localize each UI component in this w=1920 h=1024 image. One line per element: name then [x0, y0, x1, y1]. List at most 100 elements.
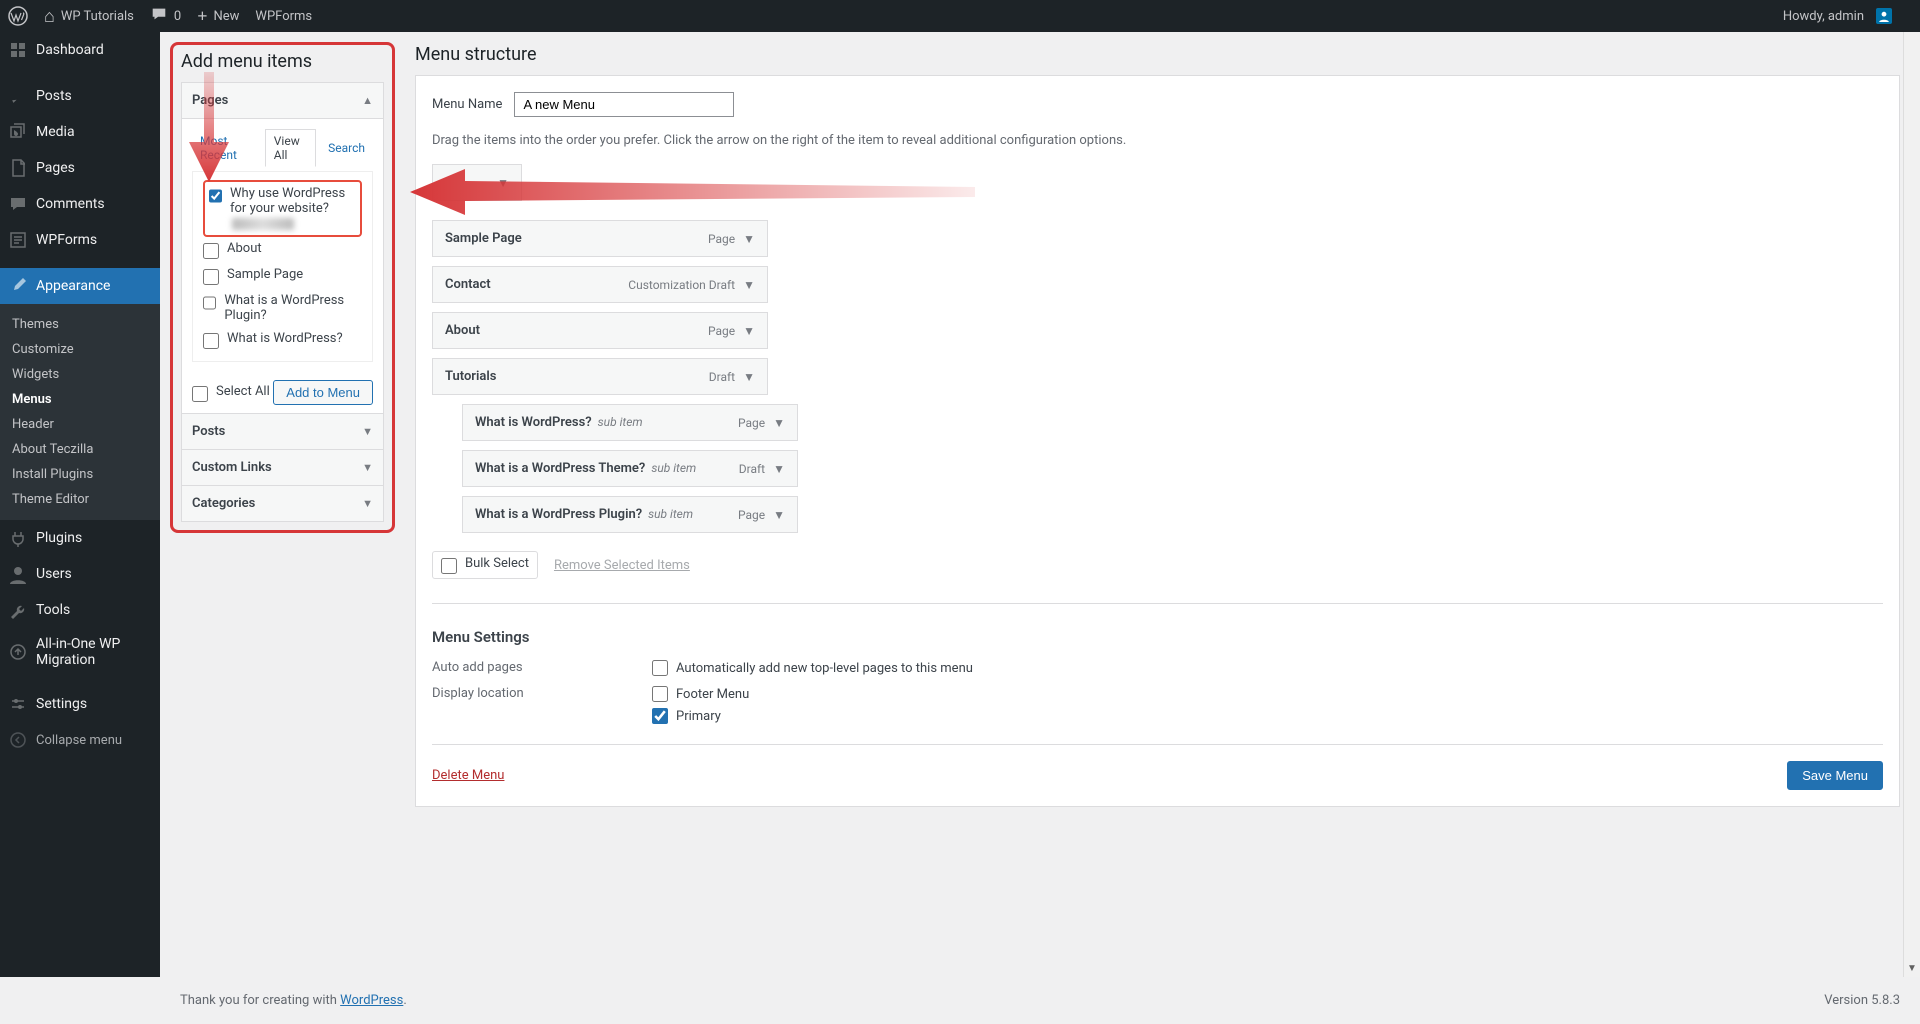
submenu-about-teczilla[interactable]: About Teczilla	[0, 437, 160, 462]
page-checkbox[interactable]	[203, 295, 216, 311]
submenu-themes[interactable]: Themes	[0, 312, 160, 337]
menu-sub-item[interactable]: What is a WordPress Plugin? sub item Pag…	[462, 496, 798, 533]
page-checkbox-row[interactable]: About	[203, 237, 362, 263]
save-menu-button[interactable]: Save Menu	[1787, 761, 1883, 790]
site-title-link[interactable]: WP Tutorials	[36, 0, 142, 32]
menu-item-type: Draft	[709, 370, 735, 384]
sidebar-item-media[interactable]: Media	[0, 114, 160, 150]
wpforms-link[interactable]: WPForms	[247, 0, 320, 32]
sidebar-item-plugins[interactable]: Plugins	[0, 520, 160, 556]
sidebar-item-tools[interactable]: Tools	[0, 592, 160, 628]
sidebar-item-label: All-in-One WP Migration	[36, 636, 152, 668]
wp-logo[interactable]	[0, 0, 36, 32]
menu-settings-heading: Menu Settings	[432, 628, 1883, 646]
add-to-menu-button[interactable]: Add to Menu	[273, 380, 373, 405]
display-location-label: Display location	[432, 686, 652, 724]
location-checkbox-row[interactable]: Footer Menu	[652, 686, 749, 702]
bulk-select-row[interactable]: Bulk Select	[432, 551, 538, 579]
sidebar-item-users[interactable]: Users	[0, 556, 160, 592]
auto-add-checkbox-row[interactable]: Automatically add new top-level pages to…	[652, 660, 973, 676]
submenu-install-plugins[interactable]: Install Plugins	[0, 462, 160, 487]
sidebar-item-dashboard[interactable]: Dashboard	[0, 32, 160, 68]
chevron-down-icon[interactable]: ▼	[773, 508, 785, 522]
site-title: WP Tutorials	[61, 9, 134, 24]
chevron-down-icon[interactable]: ▼	[743, 278, 755, 292]
new-content-link[interactable]: New	[189, 0, 247, 32]
bulk-select-label: Bulk Select	[465, 556, 529, 571]
annotation-arrow-down	[184, 72, 234, 192]
comments-link[interactable]: 0	[142, 0, 189, 32]
menu-sub-item[interactable]: What is WordPress? sub item Page▼	[462, 404, 798, 441]
sidebar-item-migration[interactable]: All-in-One WP Migration	[0, 628, 160, 676]
submenu-menus[interactable]: Menus	[0, 387, 160, 412]
sidebar-item-label: Pages	[36, 160, 75, 176]
chevron-down-icon[interactable]: ▼	[743, 370, 755, 384]
sidebar-item-label: Collapse menu	[36, 733, 122, 748]
wordpress-icon	[8, 6, 28, 26]
menu-name-input[interactable]	[514, 92, 734, 117]
select-all-row[interactable]: Select All	[192, 384, 270, 402]
chevron-down-icon[interactable]: ▼	[743, 324, 755, 338]
sub-item-label: sub item	[648, 507, 693, 521]
delete-menu-link[interactable]: Delete Menu	[432, 768, 504, 783]
instructions-text: Drag the items into the order you prefer…	[432, 133, 1883, 148]
pin-icon	[8, 86, 28, 106]
bulk-select-checkbox[interactable]	[441, 558, 457, 574]
accordion-categories-header[interactable]: Categories ▼	[182, 485, 383, 521]
sidebar-item-label: WPForms	[36, 232, 97, 248]
page-checkbox[interactable]	[203, 243, 219, 259]
sidebar-item-pages[interactable]: Pages	[0, 150, 160, 186]
chevron-down-icon: ▼	[362, 461, 373, 474]
page-checkbox-row[interactable]: What is WordPress?	[203, 327, 362, 353]
page-checkbox[interactable]	[203, 269, 219, 285]
scroll-down-icon[interactable]: ▼	[1904, 960, 1920, 977]
sidebar-item-label: Settings	[36, 696, 87, 712]
location-footer-checkbox[interactable]	[652, 686, 668, 702]
accordion-posts-header[interactable]: Posts ▼	[182, 413, 383, 449]
submenu-widgets[interactable]: Widgets	[0, 362, 160, 387]
auto-add-checkbox[interactable]	[652, 660, 668, 676]
page-label: About	[227, 241, 262, 256]
menu-sub-item[interactable]: What is a WordPress Theme? sub item Draf…	[462, 450, 798, 487]
sidebar-item-settings[interactable]: Settings	[0, 686, 160, 722]
location-primary-checkbox[interactable]	[652, 708, 668, 724]
chevron-down-icon[interactable]: ▼	[743, 232, 755, 246]
menu-item-type: Page	[708, 324, 735, 338]
menu-item-type: Page	[708, 232, 735, 246]
select-all-label: Select All	[216, 384, 270, 399]
menu-item[interactable]: Tutorials Draft▼	[432, 358, 768, 395]
scroll-track[interactable]	[1904, 17, 1920, 960]
location-checkbox-row[interactable]: Primary	[652, 708, 749, 724]
wordpress-link[interactable]: WordPress	[340, 993, 403, 1008]
accordion-custom-links-header[interactable]: Custom Links ▼	[182, 449, 383, 485]
tab-view-all[interactable]: View All	[265, 129, 316, 167]
sidebar-item-wpforms[interactable]: WPForms	[0, 222, 160, 258]
menu-item-title: What is a WordPress Plugin? sub item	[475, 507, 693, 522]
select-all-checkbox[interactable]	[192, 386, 208, 402]
menu-item[interactable]: Contact Customization Draft▼	[432, 266, 768, 303]
page-label: What is a WordPress Plugin?	[224, 293, 362, 323]
menu-item-type: Page	[738, 508, 765, 522]
footer-version: Version 5.8.3	[1824, 993, 1900, 1008]
submenu-theme-editor[interactable]: Theme Editor	[0, 487, 160, 512]
page-checkbox[interactable]	[203, 333, 219, 349]
sidebar-item-comments[interactable]: Comments	[0, 186, 160, 222]
migration-icon	[8, 642, 28, 662]
submenu-header[interactable]: Header	[0, 412, 160, 437]
submenu-customize[interactable]: Customize	[0, 337, 160, 362]
tab-search[interactable]: Search	[320, 137, 373, 159]
menu-item[interactable]: About Page▼	[432, 312, 768, 349]
page-label: Sample Page	[227, 267, 303, 282]
page-checkbox-row[interactable]: Sample Page	[203, 263, 362, 289]
page-label: What is WordPress?	[227, 331, 343, 346]
chevron-down-icon[interactable]: ▼	[773, 462, 785, 476]
user-account-link[interactable]: Howdy, admin	[1775, 0, 1900, 32]
chevron-down-icon[interactable]: ▼	[773, 416, 785, 430]
sidebar-item-appearance[interactable]: Appearance	[0, 268, 160, 304]
page-checkbox-row[interactable]: What is a WordPress Plugin?	[203, 289, 362, 327]
sidebar-item-posts[interactable]: Posts	[0, 78, 160, 114]
browser-scrollbar[interactable]: ▲ ▼	[1903, 0, 1920, 977]
sidebar-collapse[interactable]: Collapse menu	[0, 722, 160, 758]
wrench-icon	[8, 600, 28, 620]
menu-item[interactable]: Sample Page Page▼	[432, 220, 768, 257]
